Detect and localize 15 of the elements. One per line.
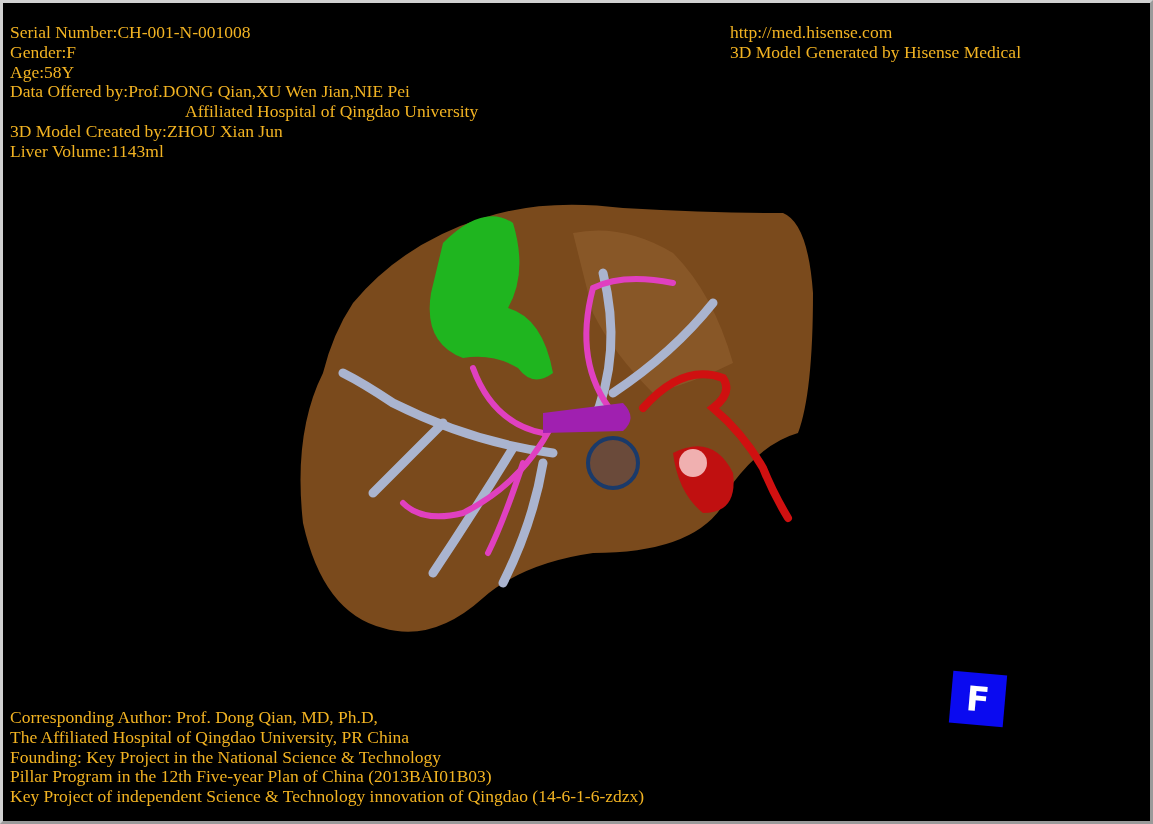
info-text: The Affiliated Hospital of Qingdao University, PR China xyxy=(10,727,410,748)
info-text: Key Project of independent Science & Technology innovation of Qingdao (14-6-1-6-zdzx) xyxy=(10,787,645,807)
info-text: Corresponding Author: Prof. Dong Qian, MD, Ph.D, xyxy=(10,708,378,728)
orientation-cube: F xyxy=(948,670,1008,728)
info-text: http://med.hisense.com xyxy=(729,23,893,43)
info-text: Age:58Y xyxy=(10,62,75,83)
info-text: Serial Number:CH-001-N-001008 xyxy=(10,23,251,43)
info-text: Pillar Program in the 12th Five-year Plan of China (2013BAI01B03) xyxy=(10,767,492,788)
info-text: 3D Model Generated by Hisense Medical xyxy=(729,42,1021,63)
info-text: Gender:F xyxy=(10,42,77,63)
info-text: Liver Volume:1143ml xyxy=(10,141,164,162)
info-text: Founding: Key Project in the National Science & Technology xyxy=(10,747,441,768)
info-text: Affiliated Hospital of Qingdao University xyxy=(185,102,479,122)
info-text: 3D Model Created by:ZHOU Xian Jun xyxy=(10,122,283,142)
info-text: Data Offered by:Prof.DONG Qian,XU Wen Jian,NIE Pei xyxy=(10,82,410,103)
